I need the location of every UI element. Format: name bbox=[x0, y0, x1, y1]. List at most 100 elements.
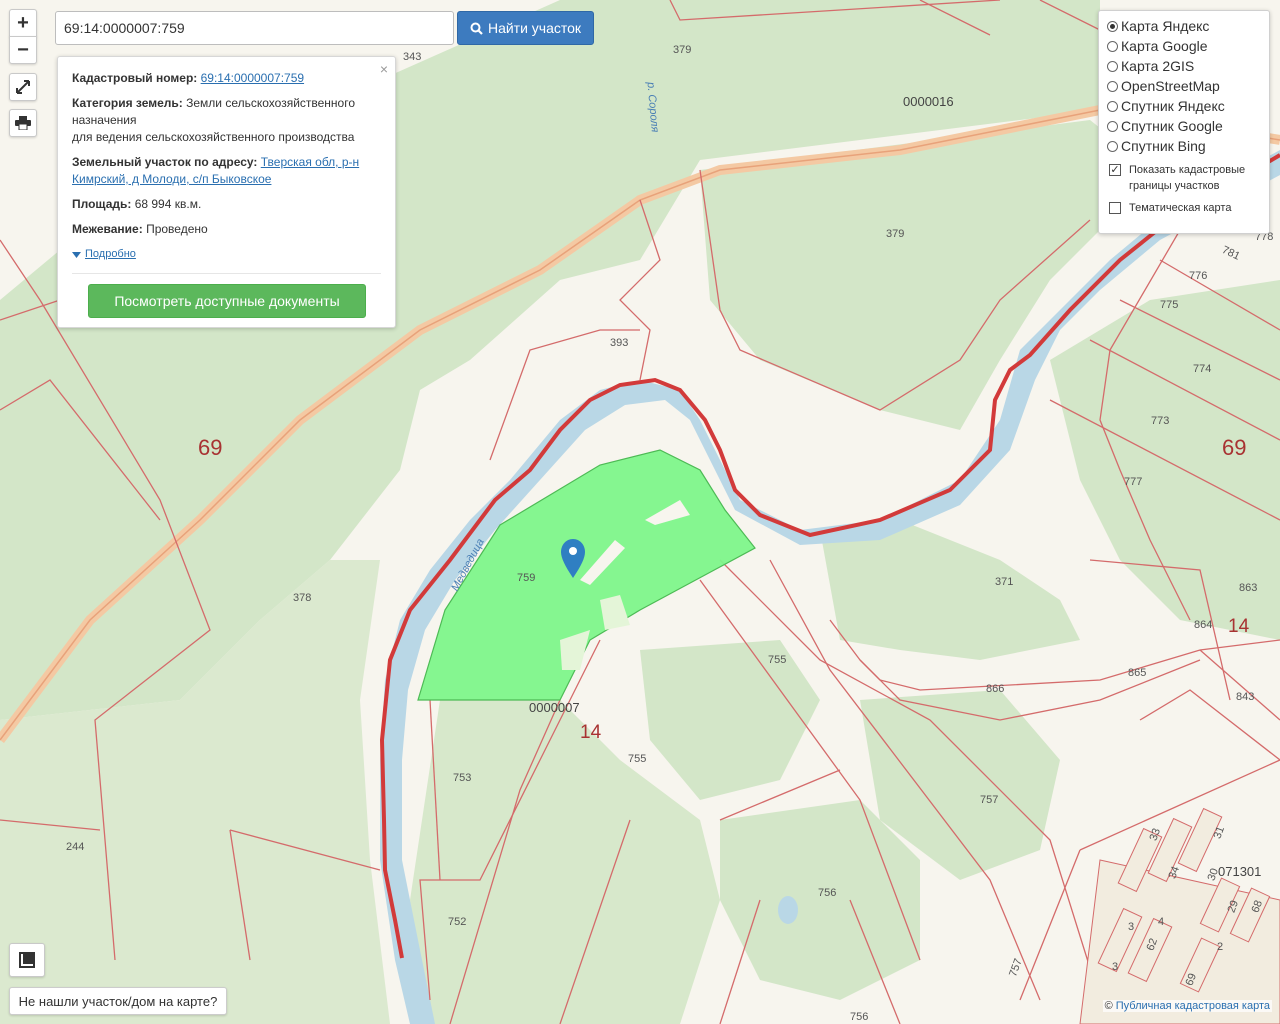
map-label: 755 bbox=[628, 753, 646, 765]
area-label: Площадь: bbox=[72, 197, 132, 211]
map-label: 379 bbox=[886, 228, 904, 240]
layer-label: Спутник Яндекс bbox=[1121, 98, 1225, 114]
search-icon bbox=[470, 22, 483, 35]
radio-icon bbox=[1107, 60, 1118, 72]
attribution: © Публичная кадастровая карта bbox=[1102, 1000, 1272, 1012]
search-input[interactable] bbox=[55, 11, 454, 45]
layer-google-satellite[interactable]: Спутник Google bbox=[1107, 116, 1261, 136]
map-label: 773 bbox=[1151, 415, 1169, 427]
thematic-map-label: Тематическая карта bbox=[1129, 202, 1232, 214]
map-label: 756 bbox=[818, 887, 836, 899]
layer-osm[interactable]: OpenStreetMap bbox=[1107, 76, 1261, 96]
map-label: 863 bbox=[1239, 582, 1257, 594]
find-parcel-button[interactable]: Найти участок bbox=[457, 11, 594, 45]
radio-icon bbox=[1107, 140, 1118, 152]
region-label: 69 bbox=[198, 435, 222, 460]
map-label: 371 bbox=[995, 576, 1013, 588]
layer-label: Спутник Google bbox=[1121, 118, 1223, 134]
caret-down-icon bbox=[72, 251, 81, 258]
printer-icon bbox=[15, 116, 31, 130]
cadastral-number-label: Кадастровый номер: bbox=[72, 71, 198, 85]
map-label: 777 bbox=[1124, 476, 1142, 488]
map-label: 4 bbox=[1158, 916, 1164, 928]
map-label: 756 bbox=[850, 1011, 868, 1023]
details-link[interactable]: Подробно bbox=[72, 246, 381, 263]
zoom-out-button[interactable]: − bbox=[9, 36, 37, 64]
survey-row: Межевание: Проведено bbox=[72, 221, 381, 238]
divider bbox=[72, 273, 381, 274]
ruler-icon bbox=[19, 952, 35, 968]
layer-label: Карта 2GIS bbox=[1121, 58, 1195, 74]
layer-label: OpenStreetMap bbox=[1121, 78, 1220, 94]
measure-button[interactable] bbox=[9, 943, 45, 977]
area-row: Площадь: 68 994 кв.м. bbox=[72, 196, 381, 213]
address-row: Земельный участок по адресу: Тверская об… bbox=[72, 154, 381, 188]
radio-icon bbox=[1107, 100, 1118, 112]
attribution-link[interactable]: Публичная кадастровая карта bbox=[1116, 1000, 1270, 1012]
print-button[interactable] bbox=[9, 109, 37, 137]
district-label: 14 bbox=[1228, 616, 1250, 637]
copyright-sign: © bbox=[1104, 1000, 1113, 1012]
map-label: 865 bbox=[1128, 667, 1146, 679]
zoom-in-button[interactable]: + bbox=[9, 9, 37, 37]
checkbox-checked-icon: ✓ bbox=[1109, 164, 1121, 176]
expand-icon bbox=[16, 80, 30, 94]
survey-value: Проведено bbox=[146, 222, 208, 236]
map-label: 775 bbox=[1160, 299, 1178, 311]
land-category-label: Категория земель: bbox=[72, 96, 183, 110]
map-label: 752 bbox=[448, 916, 466, 928]
district-label: 14 bbox=[580, 722, 602, 743]
quarter-label: 0000016 bbox=[903, 94, 954, 109]
layer-bing-satellite[interactable]: Спутник Bing bbox=[1107, 136, 1261, 156]
details-label: Подробно bbox=[85, 248, 136, 260]
radio-icon bbox=[1107, 20, 1118, 32]
show-borders-label: Показать кадастровые границы участков bbox=[1129, 164, 1246, 192]
map-label: 755 bbox=[768, 654, 786, 666]
layer-label: Карта Яндекс bbox=[1121, 18, 1210, 34]
parcel-info-panel: × Кадастровый номер: 69:14:0000007:759 К… bbox=[57, 56, 396, 328]
view-documents-button[interactable]: Посмотреть доступные документы bbox=[88, 284, 366, 318]
map-label: 378 bbox=[293, 592, 311, 604]
find-parcel-label: Найти участок bbox=[487, 20, 582, 36]
map-label: 753 bbox=[453, 772, 471, 784]
fullscreen-button[interactable] bbox=[9, 73, 37, 101]
layer-yandex-satellite[interactable]: Спутник Яндекс bbox=[1107, 96, 1261, 116]
region-label: 69 bbox=[1222, 435, 1246, 460]
map-label: 774 bbox=[1193, 363, 1211, 375]
cadastral-number-row: Кадастровый номер: 69:14:0000007:759 bbox=[72, 70, 381, 87]
close-icon[interactable]: × bbox=[380, 61, 388, 78]
map-label: 3 bbox=[1128, 921, 1134, 933]
map-label: 757 bbox=[980, 794, 998, 806]
layer-label: Карта Google bbox=[1121, 38, 1208, 54]
cadastral-number-link[interactable]: 69:14:0000007:759 bbox=[201, 71, 304, 85]
map-label: 843 bbox=[1236, 691, 1254, 703]
layer-label: Спутник Bing bbox=[1121, 138, 1206, 154]
map-label: 864 bbox=[1194, 619, 1212, 631]
radio-icon bbox=[1107, 40, 1118, 52]
map-layers-panel: Карта Яндекс Карта Google Карта 2GIS Ope… bbox=[1098, 10, 1270, 234]
map-label: 759 bbox=[517, 572, 535, 584]
quarter-label: 0000007 bbox=[529, 700, 580, 715]
quarter-label: 071301 bbox=[1218, 864, 1261, 879]
map-label: 776 bbox=[1189, 270, 1207, 282]
survey-label: Межевание: bbox=[72, 222, 143, 236]
land-category-row: Категория земель: Земли сельскохозяйстве… bbox=[72, 95, 381, 146]
layer-2gis-map[interactable]: Карта 2GIS bbox=[1107, 56, 1261, 76]
area-value: 68 994 кв.м. bbox=[134, 197, 202, 211]
layer-yandex-map[interactable]: Карта Яндекс bbox=[1107, 16, 1261, 36]
map-label: 393 bbox=[610, 337, 628, 349]
map-label: 2 bbox=[1217, 941, 1223, 953]
layer-google-map[interactable]: Карта Google bbox=[1107, 36, 1261, 56]
not-found-button[interactable]: Не нашли участок/дом на карте? bbox=[9, 987, 227, 1015]
map-label: 866 bbox=[986, 683, 1004, 695]
checkbox-icon bbox=[1109, 202, 1121, 214]
map-label: 244 bbox=[66, 841, 84, 853]
thematic-map-toggle[interactable]: Тематическая карта bbox=[1107, 200, 1261, 216]
map-label: 343 bbox=[403, 51, 421, 63]
show-borders-toggle[interactable]: ✓ Показать кадастровые границы участков bbox=[1107, 162, 1261, 194]
radio-icon bbox=[1107, 120, 1118, 132]
land-usage-value: для ведения сельскохозяйственного произв… bbox=[72, 130, 355, 144]
map-label: 3 bbox=[1112, 961, 1118, 973]
map-label: 379 bbox=[673, 44, 691, 56]
address-label: Земельный участок по адресу: bbox=[72, 155, 258, 169]
